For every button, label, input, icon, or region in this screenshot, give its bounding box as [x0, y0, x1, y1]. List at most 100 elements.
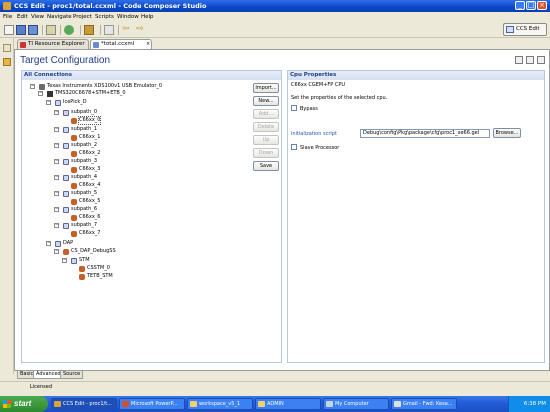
save-button[interactable]: Save: [253, 161, 279, 171]
tree-node[interactable]: subpath_2: [71, 142, 97, 149]
task-powerpoint[interactable]: Microsoft PowerP...: [119, 398, 185, 410]
new-icon[interactable]: [4, 25, 14, 35]
tree-node[interactable]: TMS320C6678+STM+ETB_0: [55, 90, 126, 97]
tree-collapse-toggle[interactable]: −: [38, 91, 43, 96]
tree-collapse-toggle[interactable]: −: [62, 258, 67, 263]
minimize-button[interactable]: _: [515, 1, 525, 10]
search-icon[interactable]: [104, 25, 114, 35]
forward-arrow-icon[interactable]: ⇨: [136, 25, 146, 35]
menu-file[interactable]: File: [3, 14, 12, 20]
save-all-icon[interactable]: [28, 25, 38, 35]
tree-collapse-toggle[interactable]: −: [54, 207, 59, 212]
close-button[interactable]: ×: [537, 1, 547, 10]
tab-ti-resource-explorer[interactable]: TI Resource Explorer: [17, 39, 89, 49]
tree-node[interactable]: TETB_STM: [87, 273, 113, 280]
menu-view[interactable]: View: [31, 14, 44, 20]
save-icon[interactable]: [16, 25, 26, 35]
import-button[interactable]: Import...: [253, 83, 279, 93]
tree-node[interactable]: subpath_3: [71, 158, 97, 165]
tree-collapse-toggle[interactable]: −: [54, 143, 59, 148]
tree-node[interactable]: C66xx_1: [79, 134, 100, 141]
tree-collapse-toggle[interactable]: −: [54, 159, 59, 164]
tree-collapse-toggle[interactable]: −: [46, 100, 51, 105]
task-workspace[interactable]: workspace_v5_1: [187, 398, 253, 410]
menu-project[interactable]: Project: [73, 14, 92, 20]
start-button[interactable]: start: [0, 396, 48, 412]
tree-node[interactable]: C66xx_0: [77, 116, 102, 125]
task-admin[interactable]: ADMIN: [255, 398, 321, 410]
perspective-switcher[interactable]: CCS Edit: [503, 23, 547, 36]
tree-node[interactable]: STM: [79, 257, 90, 264]
build-icon[interactable]: [46, 25, 56, 35]
browse-button[interactable]: Browse...: [493, 128, 521, 138]
tree-node[interactable]: subpath_0: [71, 109, 97, 116]
tree-collapse-toggle[interactable]: −: [54, 127, 59, 132]
menu-window[interactable]: Window: [117, 14, 139, 20]
tree-node[interactable]: C66xx_3: [79, 166, 100, 173]
computer-icon: [326, 401, 333, 407]
menu-edit[interactable]: Edit: [17, 14, 28, 20]
task-ccs-edit[interactable]: CCS Edit - proc1/t...: [51, 398, 117, 410]
tree-collapse-toggle[interactable]: −: [54, 223, 59, 228]
task-my-computer[interactable]: My Computer: [323, 398, 389, 410]
delete-button[interactable]: Delete: [253, 122, 279, 132]
tree-node[interactable]: IcePick_D: [63, 99, 87, 106]
menu-help[interactable]: Help: [141, 14, 154, 20]
menu-scripts[interactable]: Scripts: [95, 14, 114, 20]
layout-horizontal-icon[interactable]: [526, 56, 534, 64]
cpu-icon: [71, 135, 77, 141]
back-arrow-icon[interactable]: ⇦: [122, 25, 132, 35]
init-script-input[interactable]: Debug\config\Pkg\package\cfg\proc1_xe66.…: [360, 129, 490, 138]
tree-collapse-toggle[interactable]: −: [54, 175, 59, 180]
path-icon: [63, 175, 69, 181]
tab-source[interactable]: Source: [60, 371, 84, 379]
down-button[interactable]: Down: [253, 148, 279, 158]
tree-node[interactable]: DAP: [63, 240, 73, 247]
tree-node[interactable]: subpath_7: [71, 222, 97, 229]
new-button[interactable]: New...: [253, 96, 279, 106]
tree-collapse-toggle[interactable]: −: [54, 110, 59, 115]
perspective-icon: [506, 26, 514, 33]
tree-node[interactable]: subpath_4: [71, 174, 97, 181]
cpu-properties-heading: Cpu Properties: [288, 71, 544, 80]
maximize-button[interactable]: □: [526, 1, 536, 10]
cpu-icon: [71, 167, 77, 173]
run-icon[interactable]: [84, 25, 94, 35]
slave-processor-checkbox[interactable]: [291, 144, 297, 150]
restore-view-icon[interactable]: [3, 44, 11, 52]
debug-icon[interactable]: [64, 25, 74, 35]
connections-panel: All Connections − Texas Instruments XDS10…: [21, 70, 282, 363]
project-explorer-icon[interactable]: [3, 58, 11, 66]
cpu-icon: [71, 199, 77, 205]
tree-node[interactable]: CS_DAP_DebugSS: [71, 248, 116, 255]
left-trim-strip: [0, 38, 14, 374]
up-button[interactable]: Up: [253, 135, 279, 145]
tree-node[interactable]: subpath_5: [71, 190, 97, 197]
tree-node[interactable]: subpath_1: [71, 126, 97, 133]
tree-collapse-toggle[interactable]: −: [54, 191, 59, 196]
tree-node[interactable]: subpath_6: [71, 206, 97, 213]
tree-node[interactable]: CSSTM_0: [87, 265, 110, 272]
tree-collapse-toggle[interactable]: −: [54, 249, 59, 254]
help-icon[interactable]: [515, 56, 523, 64]
task-gmail[interactable]: Gmail - Fwd: Kesa...: [391, 398, 457, 410]
system-tray: 6:38 PM: [508, 396, 550, 412]
tree-node[interactable]: C66xx_5: [79, 198, 100, 205]
tree-node[interactable]: C66xx_4: [79, 182, 100, 189]
close-tab-icon[interactable]: ×: [146, 40, 150, 49]
powerpoint-icon: [122, 401, 129, 407]
board-icon: [47, 91, 53, 97]
layout-vertical-icon[interactable]: [537, 56, 545, 64]
tree-node[interactable]: Texas Instruments XDS100v1 USB Emulator_…: [47, 83, 162, 90]
tree-collapse-toggle[interactable]: −: [30, 84, 35, 89]
menu-navigate[interactable]: Navigate: [47, 14, 72, 20]
tree-node[interactable]: C66xx_2: [79, 150, 100, 157]
tab-total-ccxml[interactable]: *total.ccxml ×: [90, 39, 152, 49]
bypass-label: Bypass: [300, 106, 318, 112]
bypass-checkbox[interactable]: [291, 105, 297, 111]
task-label: ADMIN: [267, 401, 284, 407]
tree-collapse-toggle[interactable]: −: [46, 241, 51, 246]
tree-node[interactable]: C66xx_6: [79, 214, 100, 221]
tree-node[interactable]: C66xx_7: [79, 230, 100, 237]
add-button[interactable]: Add...: [253, 109, 279, 119]
